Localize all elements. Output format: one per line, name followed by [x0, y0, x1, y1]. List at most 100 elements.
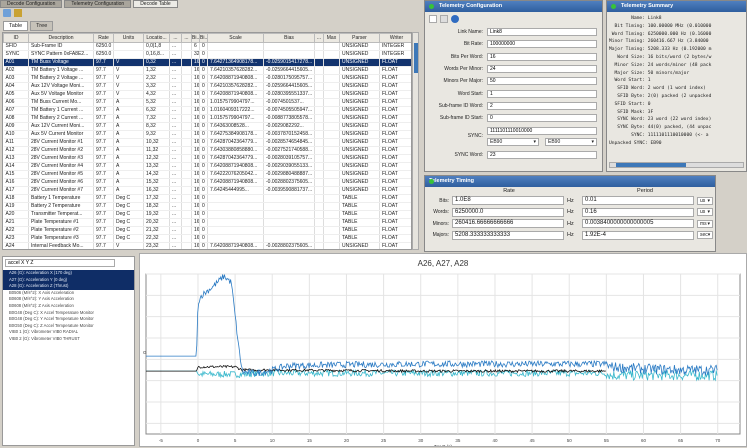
table-row[interactable]: A16 28V Current Monitor #6 97.7 A 15,32... 16…	[3, 178, 411, 187]
field-input[interactable]	[487, 101, 597, 110]
column-header[interactable]: ...	[181, 33, 192, 43]
series-list-item[interactable]: B0G48 (Deg C): X Accel Temperature Monit…	[3, 310, 134, 317]
column-header[interactable]: Rate	[93, 33, 114, 43]
tab-decode-configuration[interactable]: Decode Configuration	[0, 0, 63, 8]
rate-input[interactable]: 5208.333333333333	[452, 230, 564, 240]
open-icon[interactable]	[440, 15, 448, 23]
table-cell	[181, 202, 192, 211]
table-cell	[314, 42, 324, 51]
table-row[interactable]: A07 TM Battery 1 Current ... 97.7 A 6,32... 1…	[3, 106, 411, 115]
table-row[interactable]: A09 Aux 12V Current Moni... 97.7 A 8,32... 16…	[3, 122, 411, 131]
field-input[interactable]	[487, 65, 597, 74]
sync-hex-dropdown-2[interactable]: EB90 ▾	[545, 137, 597, 146]
help-icon[interactable]	[451, 15, 459, 23]
table-row[interactable]: A15 28V Current Monitor #5 97.7 A 14,32... 16…	[3, 170, 411, 179]
tab-telemetry-configuration[interactable]: Telemetry Configuration	[64, 0, 132, 8]
table-row[interactable]: A20 Transmitter Temperat... 97.7 Deg C 19,32…	[3, 210, 411, 219]
column-header[interactable]: Scale	[207, 33, 264, 43]
series-list-item[interactable]: A27 (G): Acceleration Y (0 deg)	[3, 276, 134, 284]
sync-word-input[interactable]	[487, 150, 597, 159]
sync-input[interactable]	[487, 126, 597, 135]
series-list-item[interactable]: VIB0 1 (G): Vibrometer VIB0 RADIAL	[3, 329, 134, 336]
table-row[interactable]: A22 Plate Temperature #2 97.7 Deg C 21,32...…	[3, 226, 411, 235]
table-row[interactable]: A06 TM Buss Current Mo... 97.7 A 5,32... 16 0 1…	[3, 98, 411, 107]
rate-input[interactable]: 260416.66666666666	[452, 219, 564, 229]
column-header[interactable]: Bi...	[191, 33, 200, 43]
column-header[interactable]: ...	[314, 33, 324, 43]
column-header[interactable]: Description	[28, 33, 94, 43]
column-header[interactable]: Parser	[339, 33, 380, 43]
table-cell	[323, 74, 340, 83]
x-tick-label: 50	[567, 438, 573, 443]
period-unit-dropdown[interactable]: sec ▾	[697, 231, 713, 240]
tab-table[interactable]: Table	[3, 21, 29, 31]
table-row[interactable]: A24 Internal Feedback Mo... 97.7 V 23,32... 1…	[3, 242, 411, 249]
refresh-icon[interactable]	[3, 9, 11, 17]
field-input[interactable]	[487, 77, 597, 86]
table-row[interactable]: A17 28V Current Monitor #7 97.7 A 16,32... 16…	[3, 186, 411, 195]
period-input[interactable]: 1.92E-4	[582, 230, 694, 240]
table-row[interactable]: A04 Aux 12V Voltage Moni... 97.7 V 3,32... 16…	[3, 82, 411, 91]
table-cell: 16	[191, 146, 200, 155]
summary-hscrollbar[interactable]	[609, 162, 744, 168]
series-list-item[interactable]: B0506 (M/s^2): X Axis Acceleration	[3, 290, 134, 297]
series-list-item[interactable]: B0G50 (Deg C): Z Accel Temperature Monit…	[3, 323, 134, 330]
column-header[interactable]: Writer	[379, 33, 411, 43]
table-row[interactable]: A01 TM Buss Voltage 97.7 V 0,32... 16 0 7.64271…	[3, 58, 411, 67]
table-row[interactable]: A12 28V Current Monitor #2 97.7 A 11,32... 16…	[3, 146, 411, 155]
series-list-item[interactable]: B0608 (M/s^2): Y Axis Acceleration	[3, 296, 134, 303]
period-input[interactable]: 0.0038400000000000005	[582, 219, 694, 229]
column-header[interactable]: ID	[3, 33, 29, 43]
table-row[interactable]: A19 Battery 2 Temperature 97.7 Deg C 18,32..…	[3, 202, 411, 211]
column-header[interactable]: Bi...	[199, 33, 208, 43]
table-row[interactable]: A05 Aux 5V Voltage Monitor 97.7 V 4,32... 16 0…	[3, 90, 411, 99]
table-row[interactable]: A10 Aux 5V Current Monitor 97.7 A 9,32... 16 0…	[3, 130, 411, 139]
field-input[interactable]	[487, 114, 597, 123]
period-input[interactable]: 0.01	[582, 196, 694, 206]
table-row[interactable]: SFID Sub-Frame ID 6250.0 0,0|1,8... 6 0 UNSIGN…	[3, 42, 411, 51]
period-input[interactable]: 0.16	[582, 207, 694, 217]
table-row[interactable]: A02 TM Battery 1 Voltage ... 97.7 V 1,32... 1…	[3, 66, 411, 75]
new-file-icon[interactable]	[429, 15, 437, 23]
table-row[interactable]: A11 28V Current Monitor #1 97.7 A 10,32... 16…	[3, 138, 411, 147]
field-input[interactable]	[487, 52, 597, 61]
series-list-item[interactable]: B0G48 (Deg C): Y Accel Temperature Monit…	[3, 316, 134, 323]
period-unit-dropdown[interactable]: ms ▾	[697, 219, 713, 228]
series-list-item[interactable]: A28 (G): Acceleration Z (Thrust)	[3, 283, 134, 290]
table-cell: 16	[191, 90, 200, 99]
tab-decode-table[interactable]: Decode Table	[133, 0, 178, 8]
rate-input[interactable]: 1.0E8	[452, 196, 564, 206]
field-input[interactable]	[487, 89, 597, 98]
column-header[interactable]: Max	[323, 33, 340, 43]
sync-hex-dropdown-1[interactable]: EB90 ▾	[487, 137, 539, 146]
series-list-item[interactable]: A26 (G): Acceleration X (170 deg)	[3, 270, 134, 277]
column-header[interactable]: ...	[169, 33, 182, 43]
table-row[interactable]: A18 Battery 1 Temperature 97.7 Deg C 17,32..…	[3, 194, 411, 203]
table-row[interactable]: SYNC SYNC Pattern 0xFA8E2... 6250.0 0,16,8.…	[3, 50, 411, 59]
tab-tree[interactable]: Tree	[30, 21, 54, 31]
line-chart[interactable]: -5 0 5 10 15 20 25 30 35 40 45 50 55 60 65 70 A26, A27, …	[140, 254, 746, 448]
table-row[interactable]: A08 TM Battery 2 Current ... 97.7 A 7,32... 1…	[3, 114, 411, 123]
column-header[interactable]: Units	[113, 33, 144, 43]
series-list-item[interactable]: B0608 (M/s^2): Z Axis Acceleration	[3, 303, 134, 310]
period-unit-dropdown[interactable]: us ▾	[697, 208, 713, 217]
table-cell: 0	[199, 170, 208, 179]
period-unit-dropdown[interactable]: us ▾	[697, 196, 713, 205]
table-row[interactable]: A23 Plate Temperature #3 97.7 Deg C 22,32...…	[3, 234, 411, 243]
field-input[interactable]	[487, 40, 597, 49]
table-row[interactable]: A14 28V Current Monitor #4 97.7 A 13,32... 16…	[3, 162, 411, 171]
series-list-item[interactable]: VIB0 2 (G): Vibrometer VIB0 THRUST	[3, 336, 134, 343]
table-scrollbar[interactable]	[412, 32, 419, 250]
column-header[interactable]: Locatio...	[143, 33, 170, 43]
table-cell	[323, 210, 340, 219]
table-cell	[323, 154, 340, 163]
export-icon[interactable]	[14, 9, 22, 17]
table-row[interactable]: A03 TM Battery 2 Voltage ... 97.7 V 2,32... 1…	[3, 74, 411, 83]
series-filter-input[interactable]	[5, 259, 115, 267]
table-row[interactable]: A13 28V Current Monitor #3 97.7 A 12,32... 16…	[3, 154, 411, 163]
scrollbar-thumb[interactable]	[414, 43, 418, 73]
field-input[interactable]	[487, 28, 597, 37]
table-row[interactable]: A21 Plate Temperature #1 97.7 Deg C 20,32...…	[3, 218, 411, 227]
rate-input[interactable]: 6250000.0	[452, 207, 564, 217]
column-header[interactable]: Bias	[263, 33, 315, 43]
